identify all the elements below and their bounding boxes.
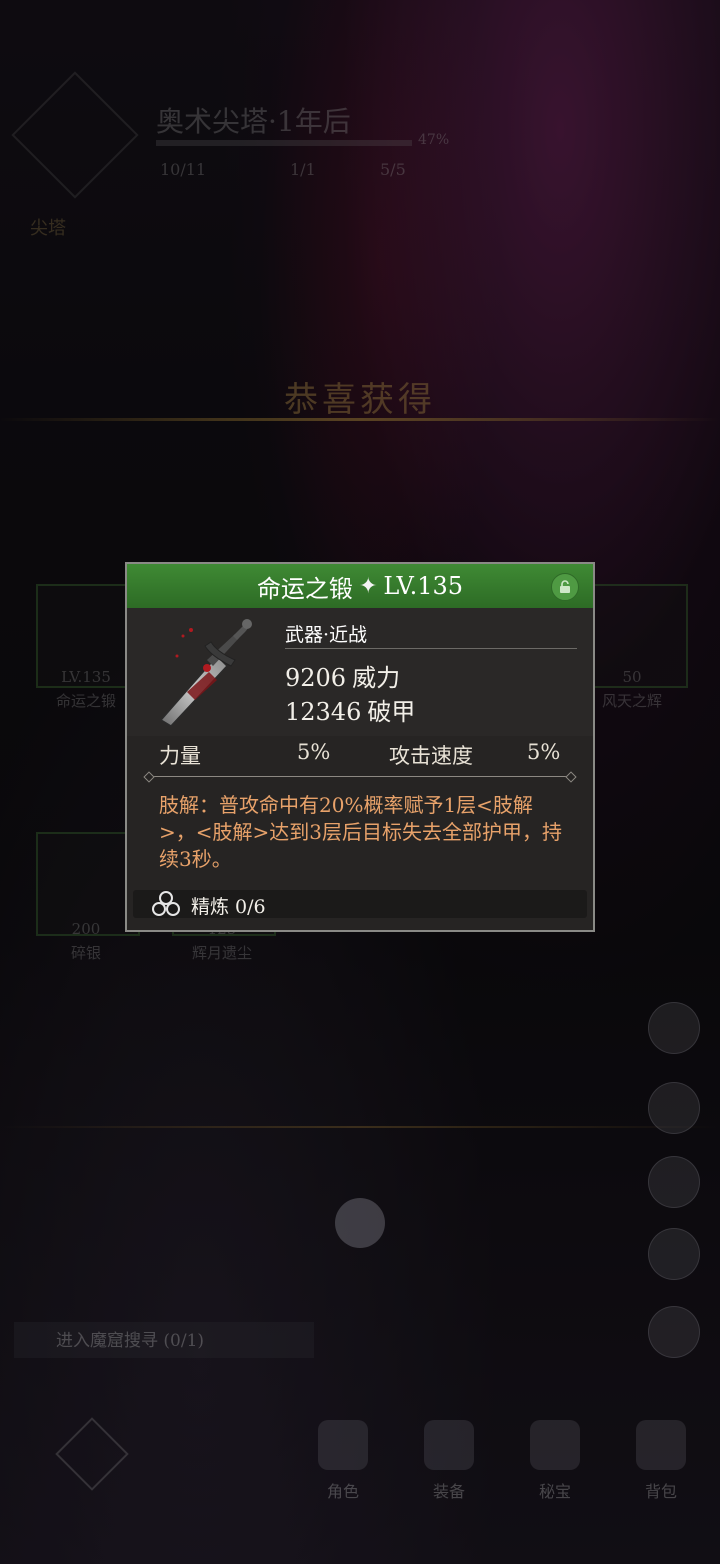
- type-divider: [285, 648, 577, 649]
- lock-glyph: [560, 580, 570, 593]
- nav-label: 秘宝: [538, 1482, 571, 1501]
- tooltip-summary: 武器·近战 9206 威力 12346 破甲: [127, 608, 593, 736]
- four-point-star-icon: ✦: [358, 573, 378, 599]
- refine-icon: [152, 891, 180, 916]
- side-action-button[interactable]: [648, 1306, 700, 1358]
- treasure-icon[interactable]: [530, 1420, 580, 1470]
- tooltip-header: 命运之锻 ✦ LV.135: [127, 564, 593, 609]
- item-level: LV.135: [383, 572, 464, 600]
- item-name: 命运之锻: [256, 574, 353, 603]
- backpack-icon[interactable]: [636, 1420, 686, 1470]
- refine-label: 精炼 0/6: [191, 896, 266, 918]
- greatsword-icon: [159, 619, 252, 727]
- quest-tracker-text: 进入魔窟搜寻 (0/1): [56, 1331, 205, 1351]
- stat-value: 12346: [285, 698, 362, 726]
- attribute-value: 5%: [527, 740, 561, 764]
- stat-power: 9206 威力: [285, 658, 400, 693]
- nav-label: 背包: [644, 1482, 677, 1501]
- item-type: 武器·近战: [285, 624, 368, 646]
- stat-value: 9206: [285, 664, 347, 692]
- joystick[interactable]: [335, 1198, 385, 1248]
- character-icon[interactable]: [318, 1420, 368, 1470]
- nav-label: 角色: [326, 1482, 359, 1501]
- stat-label: 威力: [352, 664, 401, 692]
- nav-label: 装备: [432, 1482, 465, 1501]
- attribute-value: 5%: [297, 740, 331, 764]
- refine-bar[interactable]: 精炼 0/6: [133, 890, 587, 918]
- side-action-button[interactable]: [648, 1082, 700, 1134]
- lock-icon[interactable]: [551, 573, 579, 601]
- skill-description: 肢解：普攻命中有20%概率赋予1层<肢解>，<肢解>达到3层后目标失去全部护甲，…: [159, 793, 562, 871]
- attribute-divider: [151, 776, 569, 777]
- side-action-button[interactable]: [648, 1228, 700, 1280]
- stat-label: 破甲: [367, 698, 416, 726]
- stat-armor-break: 12346 破甲: [285, 692, 415, 727]
- expand-icon[interactable]: [648, 1156, 700, 1208]
- side-action-button[interactable]: [648, 1002, 700, 1054]
- attribute-label: 攻击速度: [389, 744, 473, 768]
- item-tooltip-card: 命运之锻 ✦ LV.135 武器·近战 9206 威力 12346 破甲 力量 …: [125, 562, 595, 932]
- attribute-row: 力量 5% 攻击速度 5%: [127, 740, 593, 772]
- attribute-label: 力量: [159, 744, 201, 768]
- equipment-icon[interactable]: [424, 1420, 474, 1470]
